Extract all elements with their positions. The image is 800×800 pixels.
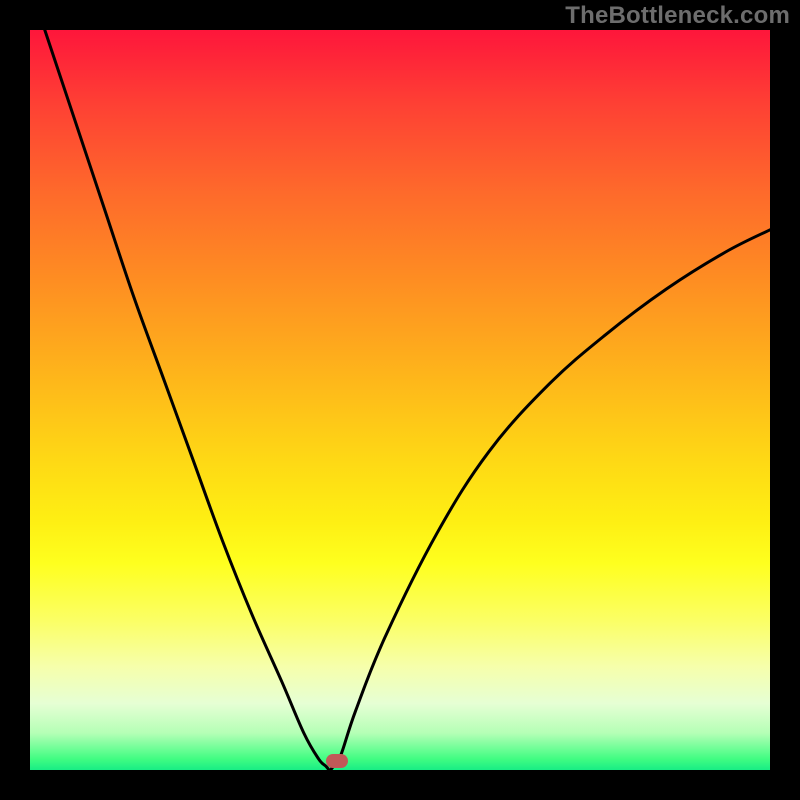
plot-area [30,30,770,770]
watermark-text: TheBottleneck.com [565,2,790,30]
chart-frame: TheBottleneck.com [0,0,800,800]
curve-svg [30,30,770,770]
optimal-point-marker [326,754,348,768]
bottleneck-curve [45,30,770,770]
